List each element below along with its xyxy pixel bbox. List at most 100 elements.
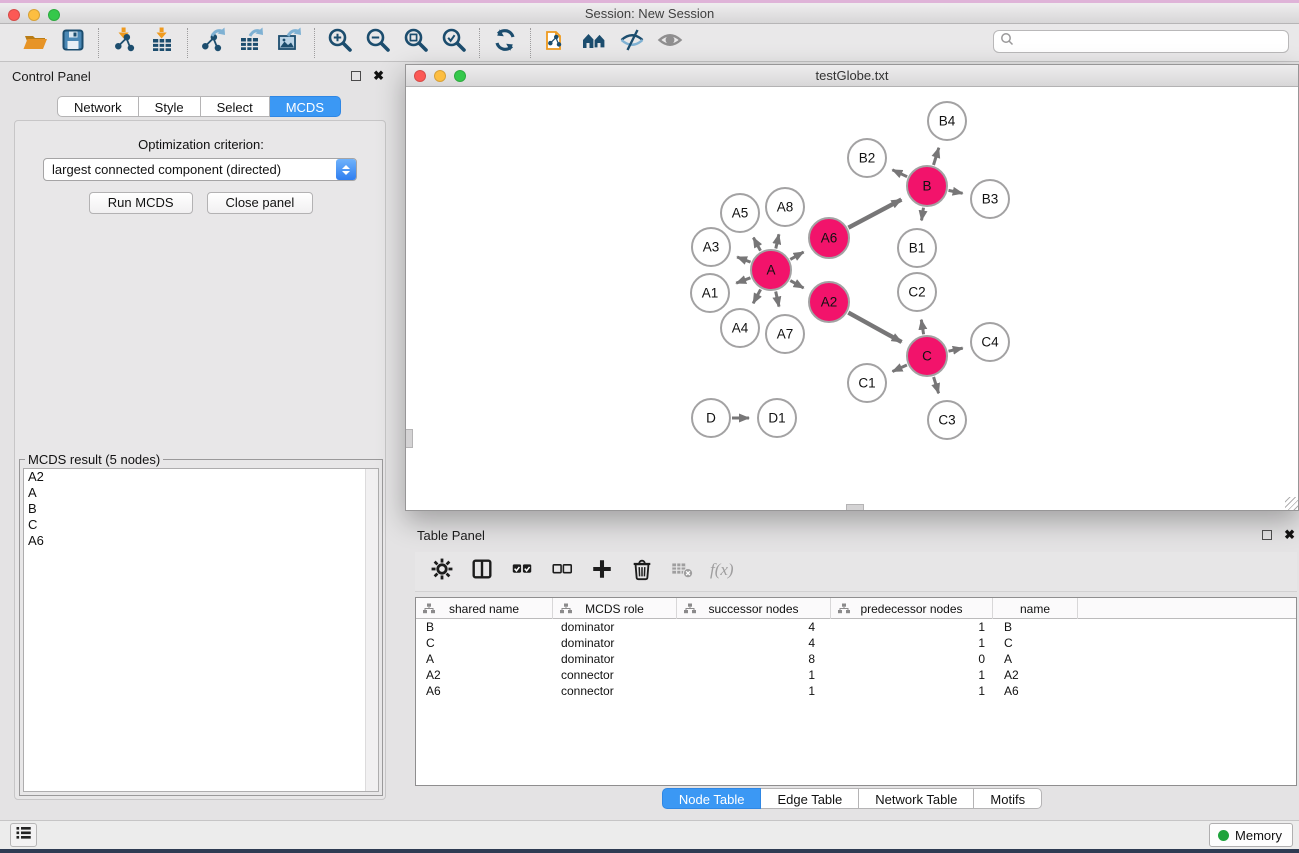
save-session-button[interactable] — [58, 28, 88, 58]
column-header-predecessor-nodes[interactable]: predecessor nodes — [831, 598, 993, 619]
graph-node-C[interactable]: C — [907, 336, 947, 376]
table-row[interactable]: A6connector11A6 — [416, 683, 1296, 699]
graph-edge-A-A6[interactable] — [790, 252, 803, 259]
cell-name[interactable]: A6 — [993, 683, 1078, 699]
import-table-button[interactable] — [147, 28, 177, 58]
window-resize-handle[interactable] — [1285, 497, 1298, 510]
welcome-screen-button[interactable] — [579, 28, 609, 58]
close-network-window-button[interactable] — [414, 70, 426, 82]
graph-edge-C-C4[interactable] — [949, 348, 963, 351]
table-settings-button[interactable] — [425, 556, 459, 588]
dropdown-stepper-icon[interactable] — [336, 159, 356, 180]
cell-mcds_role[interactable]: dominator — [553, 635, 677, 651]
cell-name[interactable]: C — [993, 635, 1078, 651]
refresh-button[interactable] — [490, 28, 520, 58]
table-row[interactable]: Cdominator41C — [416, 635, 1296, 651]
result-item[interactable]: B — [24, 501, 378, 517]
zoom-in-button[interactable] — [325, 28, 355, 58]
graph-edge-A-A8[interactable] — [776, 234, 779, 248]
graph-node-B[interactable]: B — [907, 166, 947, 206]
graph-node-A1[interactable]: A1 — [691, 274, 729, 312]
cell-mcds_role[interactable]: connector — [553, 683, 677, 699]
cell-successor_nodes[interactable]: 4 — [677, 635, 831, 651]
column-header-shared-name[interactable]: shared name — [416, 598, 553, 619]
cell-name[interactable]: B — [993, 619, 1078, 635]
cell-predecessor_nodes[interactable]: 1 — [831, 619, 993, 635]
result-item[interactable]: A2 — [24, 469, 378, 485]
graph-edge-B-B4[interactable] — [934, 148, 939, 165]
close-panel-icon[interactable]: ✖ — [373, 71, 384, 81]
float-panel-icon[interactable] — [351, 71, 361, 81]
search-input[interactable] — [1015, 32, 1288, 51]
graph-edge-A-A3[interactable] — [737, 257, 750, 262]
graph-node-B1[interactable]: B1 — [898, 229, 936, 267]
cell-mcds_role[interactable]: dominator — [553, 619, 677, 635]
graph-node-A4[interactable]: A4 — [721, 309, 759, 347]
graph-node-C1[interactable]: C1 — [848, 364, 886, 402]
cell-shared_name[interactable]: A — [416, 651, 553, 667]
graph-node-C2[interactable]: C2 — [898, 273, 936, 311]
graph-node-A3[interactable]: A3 — [692, 228, 730, 266]
minimize-network-window-button[interactable] — [434, 70, 446, 82]
cell-predecessor_nodes[interactable]: 0 — [831, 651, 993, 667]
tab-style[interactable]: Style — [139, 96, 201, 117]
maximize-network-window-button[interactable] — [454, 70, 466, 82]
tab-mcds[interactable]: MCDS — [270, 96, 341, 117]
cell-shared_name[interactable]: A6 — [416, 683, 553, 699]
cell-successor_nodes[interactable]: 8 — [677, 651, 831, 667]
graph-node-D[interactable]: D — [692, 399, 730, 437]
graph-node-D1[interactable]: D1 — [758, 399, 796, 437]
delete-column-button[interactable] — [625, 556, 659, 588]
maximize-window-button[interactable] — [48, 9, 60, 21]
export-network-button[interactable] — [198, 28, 228, 58]
zoom-out-button[interactable] — [363, 28, 393, 58]
float-table-panel-icon[interactable] — [1262, 530, 1272, 540]
graph-edge-C-C2[interactable] — [921, 320, 923, 335]
view-toolbar-grip-left[interactable] — [406, 429, 413, 448]
cell-shared_name[interactable]: C — [416, 635, 553, 651]
add-column-button[interactable] — [585, 556, 619, 588]
cell-name[interactable]: A2 — [993, 667, 1078, 683]
tab-network[interactable]: Network — [57, 96, 139, 117]
select-all-columns-button[interactable] — [505, 556, 539, 588]
cell-shared_name[interactable]: B — [416, 619, 553, 635]
hide-network-button[interactable] — [617, 28, 647, 58]
zoom-fit-button[interactable] — [401, 28, 431, 58]
result-item[interactable]: C — [24, 517, 378, 533]
column-view-button[interactable] — [465, 556, 499, 588]
search-field[interactable] — [993, 30, 1289, 53]
graph-node-A[interactable]: A — [751, 250, 791, 290]
graph-edge-A-A4[interactable] — [753, 289, 760, 303]
criterion-dropdown[interactable]: largest connected component (directed) — [43, 158, 357, 181]
cell-mcds_role[interactable]: dominator — [553, 651, 677, 667]
table-row[interactable]: Bdominator41B — [416, 619, 1296, 635]
tab-edge-table[interactable]: Edge Table — [761, 788, 859, 809]
view-toolbar-grip-bottom[interactable] — [846, 504, 864, 510]
cell-successor_nodes[interactable]: 4 — [677, 619, 831, 635]
result-item[interactable]: A — [24, 485, 378, 501]
close-window-button[interactable] — [8, 9, 20, 21]
cell-predecessor_nodes[interactable]: 1 — [831, 635, 993, 651]
graph-edge-A6-B[interactable] — [848, 200, 901, 228]
graph-node-A8[interactable]: A8 — [766, 188, 804, 226]
graph-edge-A-A7[interactable] — [776, 292, 779, 307]
tab-select[interactable]: Select — [201, 96, 270, 117]
graph-node-A7[interactable]: A7 — [766, 315, 804, 353]
cell-mcds_role[interactable]: connector — [553, 667, 677, 683]
graph-node-A2[interactable]: A2 — [809, 282, 849, 322]
export-table-button[interactable] — [236, 28, 266, 58]
tab-motifs[interactable]: Motifs — [974, 788, 1042, 809]
cell-shared_name[interactable]: A2 — [416, 667, 553, 683]
close-panel-button[interactable]: Close panel — [207, 192, 314, 214]
graph-node-B3[interactable]: B3 — [971, 180, 1009, 218]
result-scrollbar[interactable] — [365, 469, 378, 791]
column-header-name[interactable]: name — [993, 598, 1078, 619]
column-header-successor-nodes[interactable]: successor nodes — [677, 598, 831, 619]
cell-successor_nodes[interactable]: 1 — [677, 683, 831, 699]
import-network-button[interactable] — [109, 28, 139, 58]
graph-edge-C-C1[interactable] — [893, 365, 907, 372]
graph-edge-C-C3[interactable] — [934, 377, 939, 393]
minimize-window-button[interactable] — [28, 9, 40, 21]
cell-name[interactable]: A — [993, 651, 1078, 667]
graph-node-C3[interactable]: C3 — [928, 401, 966, 439]
